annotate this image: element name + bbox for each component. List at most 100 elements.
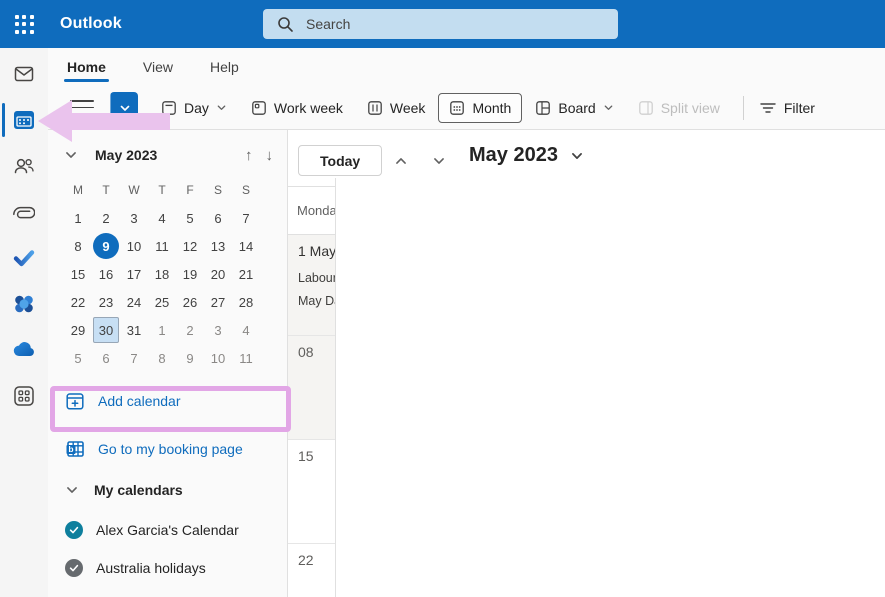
- add-calendar-link[interactable]: Add calendar: [48, 386, 287, 416]
- search-input[interactable]: Search: [263, 9, 618, 39]
- mini-calendar-day[interactable]: 4: [233, 317, 259, 343]
- mini-calendar-weekday: M: [73, 183, 83, 197]
- rail-item-people[interactable]: [8, 150, 40, 182]
- view-split-view-label: Split view: [661, 100, 720, 116]
- mini-calendar-day[interactable]: 17: [121, 261, 147, 287]
- month-title-dropdown[interactable]: May 2023: [469, 144, 584, 167]
- filter-label: Filter: [784, 100, 815, 116]
- mini-calendar-day[interactable]: 26: [177, 289, 203, 315]
- mini-calendar-day[interactable]: 15: [65, 261, 91, 287]
- previous-month-button[interactable]: [392, 152, 410, 170]
- mini-calendar-day[interactable]: 8: [65, 233, 91, 259]
- mini-calendar-day[interactable]: 6: [93, 345, 119, 371]
- mini-calendar-day[interactable]: 1: [65, 205, 91, 231]
- app-title: Outlook: [60, 15, 122, 33]
- tab-help[interactable]: Help: [208, 55, 241, 79]
- mini-calendar-day[interactable]: 2: [177, 317, 203, 343]
- calendar-color-dot: [65, 559, 83, 577]
- view-week-button[interactable]: Week: [356, 93, 437, 123]
- mini-calendar-day[interactable]: 10: [121, 233, 147, 259]
- booking-page-link[interactable]: b Go to my booking page: [48, 434, 287, 464]
- mini-calendar-day[interactable]: 25: [149, 289, 175, 315]
- mini-calendar-day[interactable]: 28: [233, 289, 259, 315]
- mini-calendar-day[interactable]: 29: [65, 317, 91, 343]
- filter-icon: [760, 101, 776, 115]
- my-calendars-header[interactable]: My calendars: [65, 482, 183, 498]
- mini-calendar-day[interactable]: 23: [93, 289, 119, 315]
- mini-calendar-day[interactable]: 3: [205, 317, 231, 343]
- mini-calendar-day[interactable]: 16: [93, 261, 119, 287]
- tab-view[interactable]: View: [141, 55, 175, 79]
- app-launcher-button[interactable]: [0, 0, 48, 48]
- rail-item-todo[interactable]: [8, 242, 40, 274]
- mini-calendar-day[interactable]: 4: [149, 205, 175, 231]
- mini-calendar-day[interactable]: 22: [65, 289, 91, 315]
- rail-item-more-apps[interactable]: [8, 380, 40, 412]
- new-event-button[interactable]: New event: [110, 92, 138, 124]
- tab-home[interactable]: Home: [65, 55, 108, 79]
- ribbon: Home View Help New event Day Work week: [48, 48, 885, 130]
- mini-calendar-day[interactable]: 24: [121, 289, 147, 315]
- mini-calendar-day[interactable]: 27: [205, 289, 231, 315]
- mini-calendar-day[interactable]: 5: [177, 205, 203, 231]
- mini-calendar-day[interactable]: 7: [121, 345, 147, 371]
- mini-calendar-day[interactable]: 2: [93, 205, 119, 231]
- mini-calendar-day[interactable]: 20: [205, 261, 231, 287]
- collapse-sidebar-button[interactable]: [70, 96, 94, 120]
- rail-item-mail[interactable]: [8, 58, 40, 90]
- rail-item-groups[interactable]: [8, 288, 40, 320]
- mini-calendar-day[interactable]: 14: [233, 233, 259, 259]
- view-board-button[interactable]: Board: [524, 93, 624, 123]
- mini-calendar-day[interactable]: 9: [177, 345, 203, 371]
- mini-calendar-day[interactable]: 19: [177, 261, 203, 287]
- mini-calendar-day[interactable]: 18: [149, 261, 175, 287]
- view-work-week-button[interactable]: Work week: [240, 93, 354, 123]
- rail-item-onedrive[interactable]: [8, 334, 40, 366]
- todo-check-icon: [12, 246, 36, 270]
- mini-calendar-day[interactable]: 8: [149, 345, 175, 371]
- check-icon: [69, 563, 79, 573]
- mini-calendar-prev-button[interactable]: ↑: [245, 148, 253, 163]
- mini-calendar-grid: MTWTFSS123456789101112131415161718192021…: [64, 176, 260, 372]
- calendar-list-item[interactable]: Australia holidays: [48, 554, 287, 582]
- mini-calendar-day[interactable]: 12: [177, 233, 203, 259]
- mini-calendar-weekday: S: [242, 183, 250, 197]
- mini-calendar-day[interactable]: 3: [121, 205, 147, 231]
- ribbon-toolbar: New event Day Work week Week Month: [48, 85, 885, 130]
- mini-calendar-day[interactable]: 1: [149, 317, 175, 343]
- today-button[interactable]: Today: [298, 145, 382, 176]
- mini-calendar-day[interactable]: 11: [149, 233, 175, 259]
- mini-calendar-day[interactable]: 10: [205, 345, 231, 371]
- mini-calendar-weekday: F: [186, 183, 193, 197]
- mini-calendar-day[interactable]: 31: [121, 317, 147, 343]
- more-apps-icon: [12, 384, 36, 408]
- view-month-button[interactable]: Month: [438, 93, 522, 123]
- view-day-button[interactable]: Day: [150, 93, 238, 123]
- mini-calendar-next-button[interactable]: ↓: [266, 148, 274, 163]
- rail-item-files[interactable]: [8, 196, 40, 228]
- mini-calendar-day[interactable]: 7: [233, 205, 259, 231]
- mini-calendar-day[interactable]: 9: [93, 233, 119, 259]
- chevron-down-icon[interactable]: [64, 148, 78, 162]
- new-event-dropdown-button[interactable]: [110, 92, 138, 124]
- rail-item-calendar[interactable]: [8, 104, 40, 136]
- mini-calendar-day[interactable]: 13: [205, 233, 231, 259]
- view-day-label: Day: [184, 100, 209, 116]
- mini-calendar-day[interactable]: 11: [233, 345, 259, 371]
- filter-button[interactable]: Filter: [756, 94, 819, 122]
- onedrive-cloud-icon: [11, 337, 37, 363]
- mini-calendar-day[interactable]: 21: [233, 261, 259, 287]
- next-month-button[interactable]: [430, 152, 448, 170]
- work-week-view-icon: [251, 100, 267, 116]
- mini-calendar-day[interactable]: 6: [205, 205, 231, 231]
- mini-calendar-day[interactable]: 30: [93, 317, 119, 343]
- people-icon: [12, 154, 36, 178]
- my-calendars-title: My calendars: [94, 482, 183, 498]
- booking-page-label: Go to my booking page: [98, 441, 243, 457]
- check-icon: [69, 525, 79, 535]
- mini-calendar-header: May 2023 ↑ ↓: [64, 144, 273, 166]
- calendar-name: Australia holidays: [96, 560, 206, 576]
- calendar-list-item[interactable]: Alex Garcia's Calendar: [48, 516, 287, 544]
- ribbon-tabs: Home View Help: [48, 48, 885, 85]
- mini-calendar-day[interactable]: 5: [65, 345, 91, 371]
